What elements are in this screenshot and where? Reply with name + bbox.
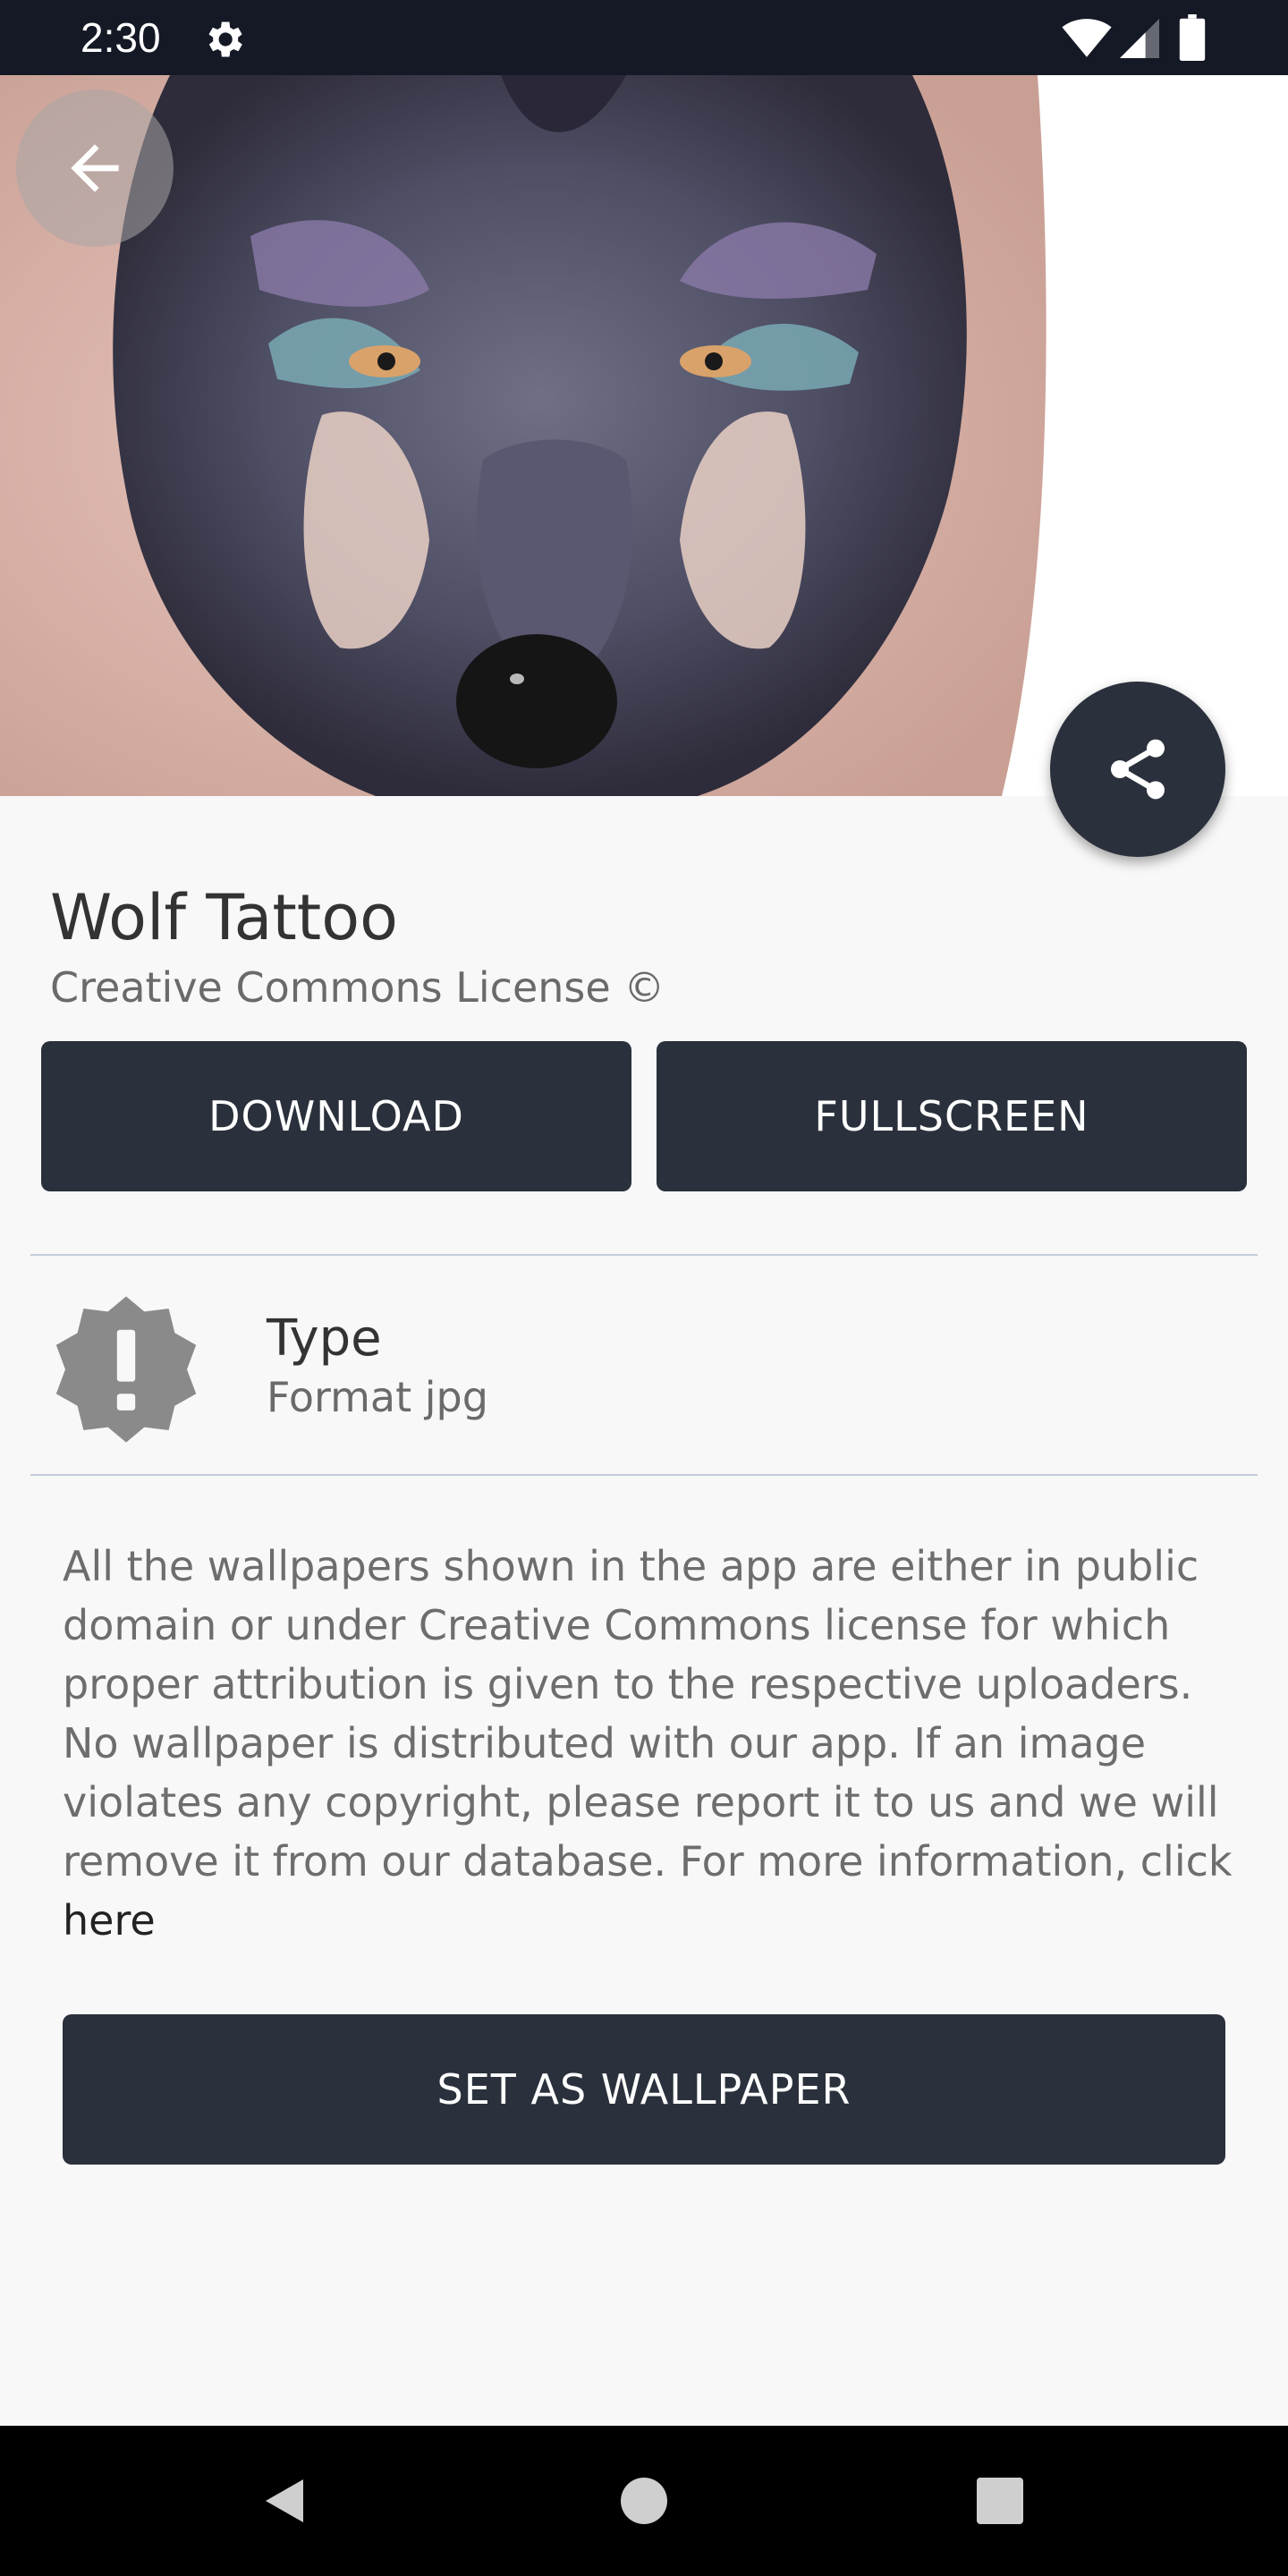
nav-back-icon[interactable] — [258, 2474, 311, 2528]
disclaimer-text: All the wallpapers shown in the app are … — [63, 1537, 1243, 1950]
arrow-left-icon — [71, 144, 119, 192]
license-text: Creative Commons License © — [50, 963, 665, 1012]
share-button[interactable] — [1050, 682, 1225, 857]
wallpaper-preview-image[interactable] — [0, 75, 1288, 796]
wifi-icon — [1062, 19, 1112, 57]
wallpaper-title: Wolf Tattoo — [50, 881, 398, 954]
share-icon — [1111, 739, 1165, 800]
signal-icon — [1120, 19, 1159, 58]
nav-recents-icon[interactable] — [977, 2478, 1023, 2524]
set-as-wallpaper-button[interactable]: SET AS WALLPAPER — [63, 2014, 1225, 2165]
battery-icon — [1179, 14, 1206, 61]
alert-badge-icon — [55, 1296, 197, 1443]
disclaimer-body: All the wallpapers shown in the app are … — [63, 1542, 1233, 1885]
system-nav-bar — [0, 2426, 1288, 2576]
wolf-tattoo-illustration — [0, 75, 1288, 796]
back-button[interactable] — [16, 89, 174, 247]
status-time: 2:30 — [80, 14, 161, 61]
download-button[interactable]: DOWNLOAD — [41, 1041, 631, 1191]
divider — [30, 1474, 1258, 1476]
gear-icon — [208, 21, 242, 57]
fullscreen-button[interactable]: FULLSCREEN — [657, 1041, 1247, 1191]
type-label: Type — [267, 1309, 382, 1368]
nav-home-icon[interactable] — [621, 2478, 667, 2524]
type-value: Format jpg — [267, 1373, 488, 1421]
more-info-link[interactable]: here — [63, 1896, 156, 1945]
divider — [30, 1254, 1258, 1256]
status-bar: 2:30 — [0, 0, 1288, 75]
